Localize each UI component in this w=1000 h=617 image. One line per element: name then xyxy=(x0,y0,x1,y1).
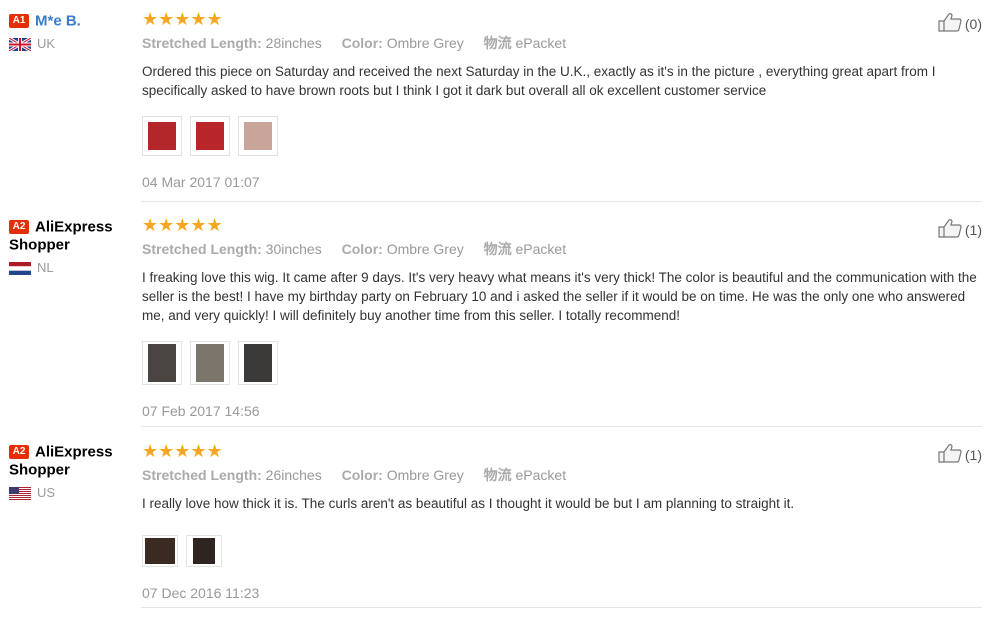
review-text: I freaking love this wig. It came after … xyxy=(142,270,977,323)
prop-key: 物流 xyxy=(483,35,512,51)
prop-key: Color: xyxy=(341,35,383,51)
prop-value: Ombre Grey xyxy=(386,35,464,51)
review-text: I really love how thick it is. The curls… xyxy=(142,496,795,511)
review-photos xyxy=(142,116,982,156)
prop-key: Stretched Length: xyxy=(142,241,262,257)
buyer-level-badge: A2 xyxy=(9,444,29,459)
photo-image xyxy=(193,538,215,564)
photo-image xyxy=(148,344,176,382)
reviewer-info: A2 AliExpress Shopper NL xyxy=(9,218,129,276)
reviewer-country: US xyxy=(9,485,129,501)
review-content: ★★★★★ Stretched Length: 28inches Color: … xyxy=(142,10,982,190)
country-code: UK xyxy=(37,36,56,51)
review-photo-thumbnail[interactable] xyxy=(142,535,178,567)
country-code: US xyxy=(37,485,56,500)
uk-flag-icon xyxy=(9,38,31,52)
reviewer-name[interactable]: M*e B. xyxy=(35,12,81,29)
review-content: ★★★★★ Stretched Length: 26inches Color: … xyxy=(142,442,982,601)
photo-image xyxy=(244,122,272,150)
review-photo-thumbnail[interactable] xyxy=(190,116,230,156)
prop-value: 26inches xyxy=(265,467,322,483)
review-text: Ordered this piece on Saturday and recei… xyxy=(142,64,936,98)
helpful-button[interactable]: (1) xyxy=(938,443,982,466)
review-photo-thumbnail[interactable] xyxy=(142,341,182,385)
review-photo-thumbnail[interactable] xyxy=(142,116,182,156)
reviewer-country: UK xyxy=(9,36,129,52)
reviewer-info: A1 M*e B. UK xyxy=(9,12,129,52)
photo-image xyxy=(196,122,224,150)
country-code: NL xyxy=(37,260,54,275)
review-photo-thumbnail[interactable] xyxy=(186,535,222,567)
thumbs-up-icon xyxy=(938,12,962,35)
buyer-level-badge: A1 xyxy=(9,13,29,28)
prop-key: 物流 xyxy=(483,241,512,257)
prop-value: Ombre Grey xyxy=(386,467,464,483)
prop-value: 30inches xyxy=(265,241,322,257)
reviewer-info: A2 AliExpress Shopper US xyxy=(9,443,129,501)
photo-image xyxy=(244,344,272,382)
prop-key: 物流 xyxy=(483,467,512,483)
photo-image xyxy=(196,344,224,382)
star-rating: ★★★★★ xyxy=(142,215,223,235)
review-divider xyxy=(141,607,982,608)
review-photos xyxy=(142,535,982,567)
prop-key: Stretched Length: xyxy=(142,467,262,483)
review-divider xyxy=(141,426,982,427)
product-properties: Stretched Length: 30inches Color: Ombre … xyxy=(142,239,982,259)
helpful-count: (0) xyxy=(964,15,982,32)
review-divider xyxy=(141,201,982,202)
product-properties: Stretched Length: 26inches Color: Ombre … xyxy=(142,465,982,485)
buyer-level-badge: A2 xyxy=(9,219,29,234)
review-photo-thumbnail[interactable] xyxy=(190,341,230,385)
thumbs-up-icon xyxy=(938,443,962,466)
prop-value: ePacket xyxy=(515,467,567,483)
prop-key: Color: xyxy=(341,467,383,483)
review-content: ★★★★★ Stretched Length: 30inches Color: … xyxy=(142,216,982,419)
prop-key: Stretched Length: xyxy=(142,35,262,51)
review-date: 04 Mar 2017 01:07 xyxy=(142,174,260,190)
product-properties: Stretched Length: 28inches Color: Ombre … xyxy=(142,33,982,53)
prop-value: 28inches xyxy=(265,35,322,51)
helpful-button[interactable]: (0) xyxy=(938,12,982,35)
thumbs-up-icon xyxy=(938,218,962,241)
review-date: 07 Dec 2016 11:23 xyxy=(142,585,260,601)
prop-key: Color: xyxy=(341,241,383,257)
prop-value: ePacket xyxy=(515,35,567,51)
photo-image xyxy=(145,538,175,564)
reviewer-country: NL xyxy=(9,260,129,276)
review-photos xyxy=(142,341,982,385)
photo-image xyxy=(148,122,176,150)
nl-flag-icon xyxy=(9,262,31,276)
helpful-count: (1) xyxy=(964,221,982,238)
star-rating: ★★★★★ xyxy=(142,441,223,461)
star-rating: ★★★★★ xyxy=(142,9,223,29)
review-photo-thumbnail[interactable] xyxy=(238,116,278,156)
prop-value: Ombre Grey xyxy=(386,241,464,257)
helpful-count: (1) xyxy=(964,446,982,463)
helpful-button[interactable]: (1) xyxy=(938,218,982,241)
review-photo-thumbnail[interactable] xyxy=(238,341,278,385)
us-flag-icon xyxy=(9,487,31,501)
review-date: 07 Feb 2017 14:56 xyxy=(142,403,260,419)
prop-value: ePacket xyxy=(515,241,567,257)
